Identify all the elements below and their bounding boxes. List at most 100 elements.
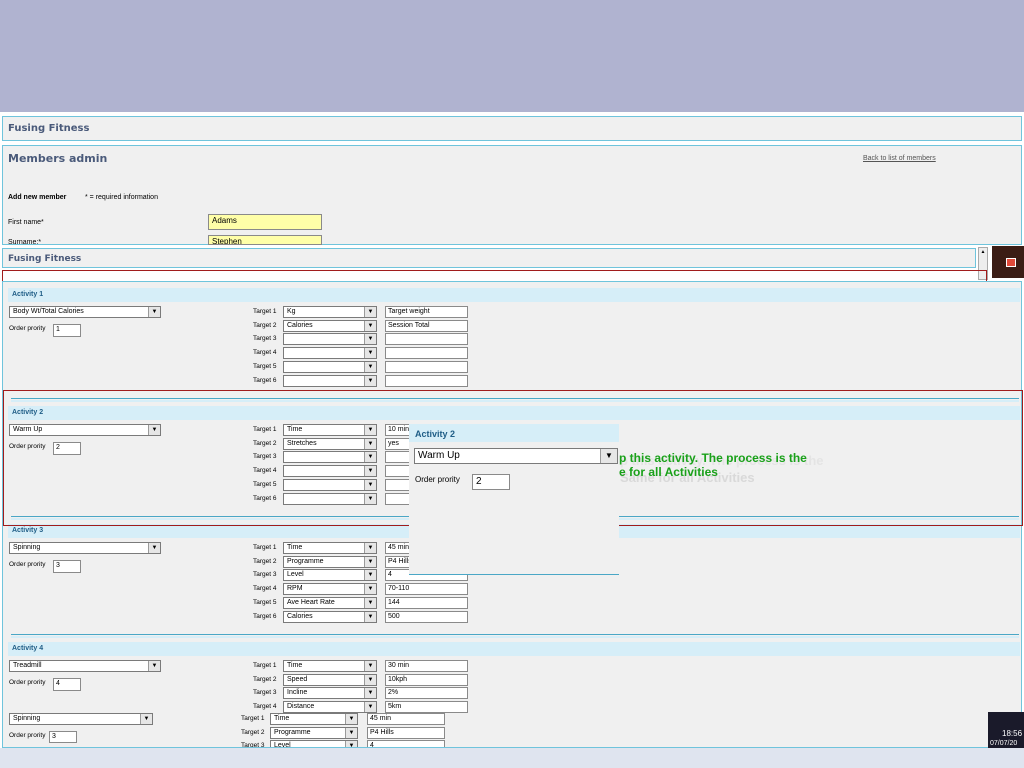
scroll-up-icon[interactable]: ▲ [980,249,986,257]
target-type-select[interactable]: Programme ▼ [283,555,377,568]
target-value-field[interactable] [385,347,468,360]
activity-header: Activity 4 [8,642,1020,656]
target-type-select[interactable]: Calories ▼ [283,610,377,623]
target-label: Target 2 [253,675,277,683]
extra-target-type-select[interactable]: Time ▼ [270,713,358,725]
target-value-field[interactable]: 70-110 [385,583,468,596]
chevron-down-icon[interactable]: ▼ [364,543,376,553]
target-label: Target 3 [253,689,277,697]
target-type-select[interactable]: ▼ [283,347,377,360]
target-value-field[interactable]: Target weight [385,306,468,318]
target-type-select[interactable]: RPM ▼ [283,583,377,596]
target-value-field[interactable]: 5km [385,701,468,714]
overlay-brand-title: Fusing Fitness [8,254,82,264]
target-label: Target 5 [253,598,277,606]
target-type-select[interactable]: ▼ [283,374,377,387]
target-type-select[interactable]: Ave Heart Rate ▼ [283,596,377,609]
order-field[interactable]: 4 [53,678,81,691]
chevron-down-icon[interactable]: ▼ [148,543,160,553]
chevron-down-icon[interactable]: ▼ [345,741,357,747]
target-value-field[interactable]: 144 [385,596,468,609]
first-name-field[interactable]: Adams [208,214,322,230]
chevron-down-icon[interactable]: ▼ [364,597,376,608]
back-to-members-link[interactable]: Back to list of members [863,155,936,162]
chevron-down-icon[interactable]: ▼ [364,307,376,317]
target-value-field[interactable]: 10kph [385,673,468,686]
chevron-down-icon[interactable]: ▼ [364,375,376,386]
target-label: Target 4 [253,703,277,711]
extra-target-type-select[interactable]: Level ▼ [270,740,358,747]
target-label: Target 6 [253,612,277,620]
section-divider-shade [11,636,1019,638]
target-value-field[interactable] [385,374,468,387]
chevron-down-icon[interactable]: ▼ [364,584,376,595]
order-label: Order prority [9,561,46,568]
activity-select[interactable]: Spinning ▼ [9,542,161,554]
order-field[interactable]: 3 [53,560,81,573]
chevron-down-icon[interactable]: ▼ [364,661,376,671]
chevron-down-icon[interactable]: ▼ [345,714,357,724]
activity-select[interactable]: Treadmill ▼ [9,660,161,672]
zoom-popup: Activity 2 Warm Up ▼ Order prority 2 [409,424,619,575]
chevron-down-icon[interactable]: ▼ [364,334,376,345]
chevron-down-icon[interactable]: ▼ [345,727,357,738]
target-type-select[interactable]: ▼ [283,333,377,346]
chevron-down-icon[interactable]: ▼ [364,348,376,359]
members-admin-panel: Members admin Back to list of members Ad… [2,145,1022,245]
clock-time: 18:56 [1002,729,1023,738]
activity-title: Activity 4 [12,645,44,652]
extra-order-field[interactable]: 3 [49,731,77,743]
target-type-select[interactable]: Time ▼ [283,542,377,554]
target-type-value: Time [287,544,303,551]
target-type-select[interactable]: Incline ▼ [283,687,377,700]
taskbar-clock[interactable]: 18:56 07/07/20 [988,712,1024,748]
activity-header: Activity 1 [8,288,1020,302]
target-type-select[interactable]: ▼ [283,360,377,373]
target-value-field[interactable]: 30 min [385,660,468,672]
target-label: Target 4 [253,349,277,357]
target-value-field[interactable]: 2% [385,687,468,700]
extra-target-value-field[interactable]: 45 min [367,713,445,725]
chevron-down-icon[interactable]: ▼ [600,449,617,463]
activity-select-value: Body Wt/Total Calories [13,308,84,315]
app-icon [1006,258,1016,267]
target-label: Target 5 [253,362,277,370]
chevron-down-icon[interactable]: ▼ [364,702,376,713]
callout-line1: p this activity. The process is the [619,451,807,465]
target-type-select[interactable]: Distance ▼ [283,701,377,714]
surname-field[interactable]: Stephen [208,235,322,245]
target-label: Target 3 [253,571,277,579]
target-type-select[interactable]: Calories ▼ [283,319,377,332]
chevron-down-icon[interactable]: ▼ [364,674,376,685]
extra-target-value-field[interactable]: P4 Hills [367,726,445,739]
chevron-down-icon[interactable]: ▼ [148,661,160,671]
chevron-down-icon[interactable]: ▼ [364,688,376,699]
chevron-down-icon[interactable]: ▼ [140,714,152,724]
extra-target-value-field[interactable]: 4 [367,740,445,747]
target-type-select[interactable]: Level ▼ [283,569,377,582]
zoom-order-label: Order prority [415,475,460,484]
extra-activity-select[interactable]: Spinning ▼ [9,713,153,725]
target-value-field[interactable] [385,333,468,346]
taskbar-app-icon[interactable] [992,246,1024,278]
chevron-down-icon[interactable]: ▼ [364,611,376,622]
extra-activity-value: Spinning [13,715,41,722]
chevron-down-icon[interactable]: ▼ [364,556,376,567]
target-value-field[interactable]: 500 [385,610,468,623]
activity-select[interactable]: Body Wt/Total Calories ▼ [9,306,161,318]
target-type-select[interactable]: Time ▼ [283,660,377,672]
extra-target-type-select[interactable]: Programme ▼ [270,726,358,739]
chevron-down-icon[interactable]: ▼ [364,361,376,372]
target-type-select[interactable]: Kg ▼ [283,306,377,318]
chevron-down-icon[interactable]: ▼ [148,307,160,317]
order-field[interactable]: 1 [53,324,81,337]
chevron-down-icon[interactable]: ▼ [364,320,376,331]
surname-label: Surname:* [8,239,42,245]
chevron-down-icon[interactable]: ▼ [364,570,376,581]
target-type-select[interactable]: Speed ▼ [283,673,377,686]
zoom-activity-select[interactable]: Warm Up ▼ [414,448,618,464]
zoom-order-field[interactable]: 2 [472,474,510,490]
target-value-field[interactable]: Session Total [385,319,468,332]
target-type-value: Time [287,662,303,669]
target-value-field[interactable] [385,360,468,373]
